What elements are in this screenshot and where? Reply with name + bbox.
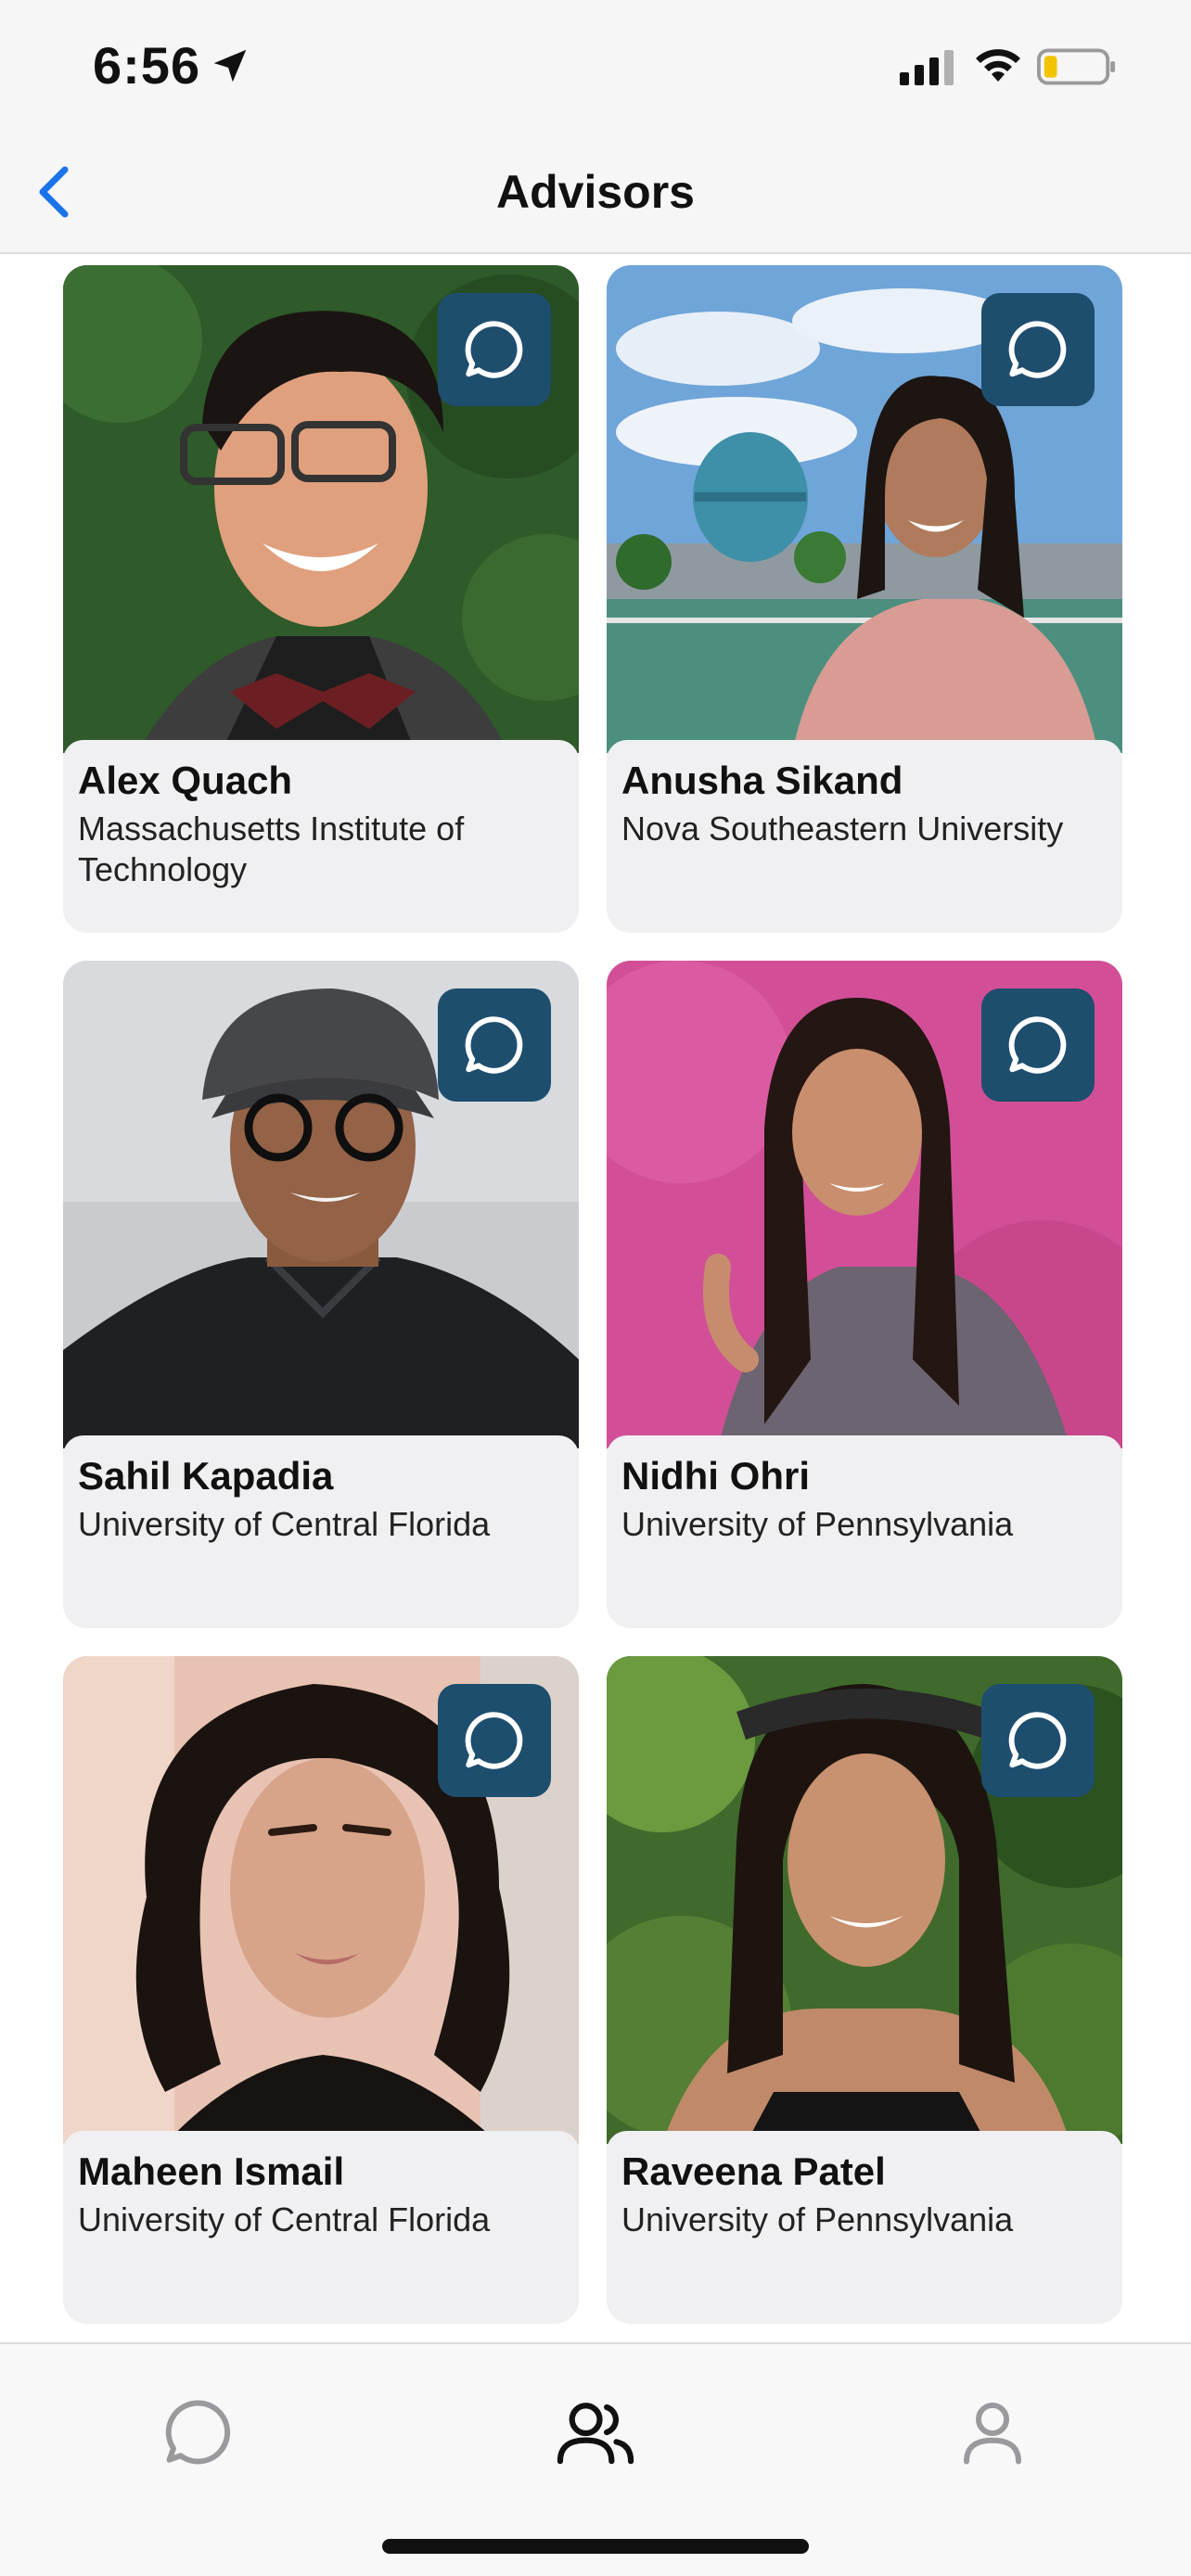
message-advisor-button[interactable] (438, 988, 551, 1102)
message-advisor-button[interactable] (981, 293, 1095, 406)
advisor-school: University of Central Florida (78, 2200, 491, 2238)
advisor-card[interactable]: Raveena Patel University of Pennsylvania (607, 1656, 1122, 2324)
advisor-card[interactable]: Sahil Kapadia University of Central Flor… (63, 961, 579, 1628)
people-icon (557, 2403, 634, 2465)
advisor-school: Nova Southeastern University (621, 810, 1064, 848)
navigation-bar: Advisors (0, 139, 1191, 254)
advisor-card[interactable]: Nidhi Ohri University of Pennsylvania (607, 961, 1122, 1628)
message-advisor-button[interactable] (438, 293, 551, 406)
message-advisor-button[interactable] (981, 1684, 1095, 1797)
location-arrow-icon (213, 49, 247, 83)
advisor-school: Massachusetts Institute of Technology (78, 810, 465, 888)
advisor-name: Alex Quach (78, 759, 293, 802)
chat-bubble-icon (465, 1016, 523, 1074)
cellular-signal-icon (900, 50, 954, 85)
advisor-card[interactable]: Anusha Sikand Nova Southeastern Universi… (607, 265, 1122, 933)
home-indicator[interactable] (382, 2539, 809, 2554)
advisor-card[interactable]: Alex Quach Massachusetts Institute of Te… (63, 265, 579, 933)
profile-icon (964, 2402, 1021, 2465)
advisor-info: Sahil Kapadia University of Central Flor… (63, 1435, 579, 1615)
message-advisor-button[interactable] (438, 1684, 551, 1797)
advisor-info: Nidhi Ohri University of Pennsylvania (607, 1435, 1122, 1615)
advisor-name: Nidhi Ohri (621, 1454, 810, 1498)
page-title: Advisors (496, 166, 695, 218)
tab-messages[interactable] (143, 2381, 254, 2483)
tab-profile[interactable] (937, 2381, 1048, 2483)
battery-low-icon (1037, 48, 1116, 85)
advisor-card[interactable]: Maheen Ismail University of Central Flor… (63, 1656, 579, 2324)
chat-bubble-icon (465, 1712, 523, 1769)
advisor-school: University of Pennsylvania (621, 1505, 1014, 1543)
advisors-screen: 6:56 Advisors Alex Quach Massachusetts I… (0, 0, 1191, 2576)
tab-advisors[interactable] (540, 2381, 651, 2483)
wifi-icon (976, 49, 1020, 82)
advisor-name: Raveena Patel (621, 2149, 886, 2193)
advisor-name: Maheen Ismail (78, 2149, 345, 2193)
status-time: 6:56 (93, 36, 201, 95)
chat-bubble-icon (1008, 1016, 1067, 1074)
advisor-name: Sahil Kapadia (78, 1454, 334, 1498)
chat-icon (165, 2400, 231, 2465)
advisor-info: Maheen Ismail University of Central Flor… (63, 2131, 579, 2311)
advisor-school: University of Pennsylvania (621, 2200, 1014, 2238)
chat-bubble-icon (1008, 321, 1067, 378)
chat-bubble-icon (1008, 1712, 1067, 1769)
message-advisor-button[interactable] (981, 988, 1095, 1102)
advisor-info: Anusha Sikand Nova Southeastern Universi… (607, 740, 1122, 920)
advisor-name: Anusha Sikand (621, 759, 903, 802)
chat-bubble-icon (465, 321, 523, 378)
status-bar: 6:56 (0, 0, 1191, 139)
advisor-info: Raveena Patel University of Pennsylvania (607, 2131, 1122, 2311)
advisor-info: Alex Quach Massachusetts Institute of Te… (63, 740, 579, 920)
advisor-school: University of Central Florida (78, 1505, 491, 1543)
